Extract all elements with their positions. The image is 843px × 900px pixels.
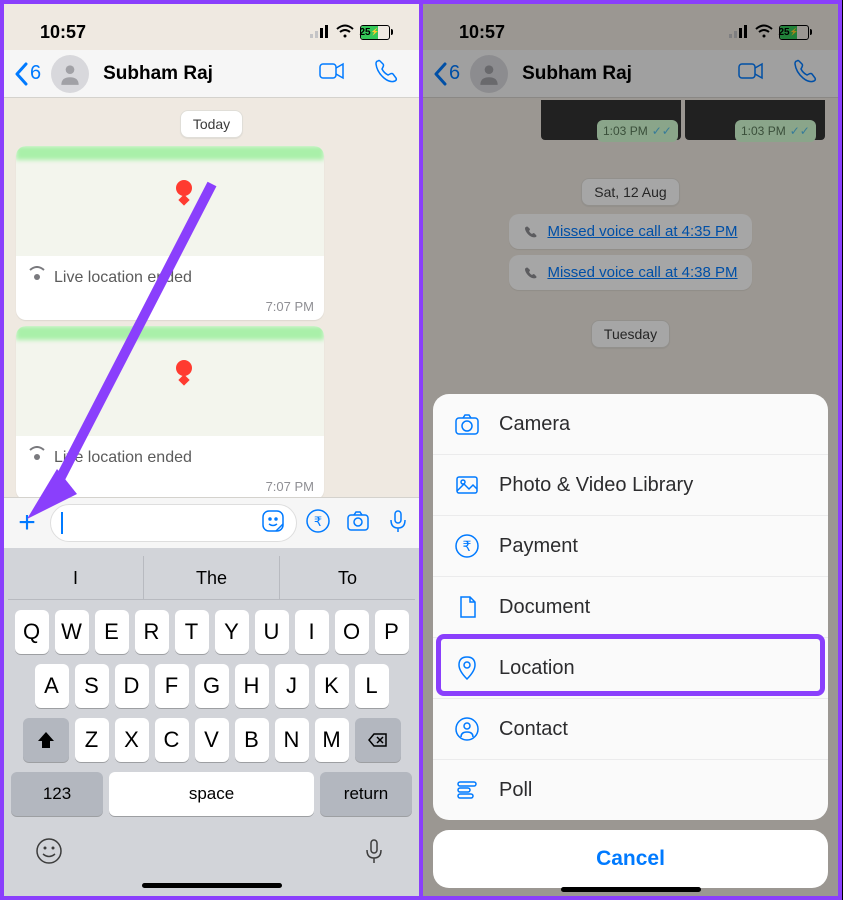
keyboard[interactable]: I The To QWERTYUIOP ASDFGHJKL ZXCVBNM 12… [4,548,419,896]
avatar[interactable] [51,55,89,93]
sheet-item-poll[interactable]: Poll [433,760,828,820]
sheet-cancel-button[interactable]: Cancel [433,830,828,888]
location-text: Live location ended [54,449,192,467]
status-time: 10:57 [40,22,86,43]
key-b[interactable]: B [235,718,269,762]
attachment-action-sheet: Camera Photo & Video Library ₹ Payment D… [433,394,828,888]
numbers-key[interactable]: 123 [11,772,103,816]
key-h[interactable]: H [235,664,269,708]
key-w[interactable]: W [55,610,89,654]
key-f[interactable]: F [155,664,189,708]
key-y[interactable]: Y [215,610,249,654]
payment-button[interactable]: ₹ [305,508,331,539]
attach-button[interactable]: + [12,506,42,540]
contact-name[interactable]: Subham Raj [103,63,213,85]
key-l[interactable]: L [355,664,389,708]
backspace-key[interactable] [355,718,401,762]
camera-button[interactable] [345,508,371,539]
message-input-bar: + ₹ [4,497,419,548]
voice-call-button[interactable] [371,56,401,91]
key-u[interactable]: U [255,610,289,654]
sheet-item-document[interactable]: Document [433,577,828,638]
key-c[interactable]: C [155,718,189,762]
back-button[interactable]: 6 [14,62,41,86]
key-a[interactable]: A [35,664,69,708]
sheet-item-location[interactable]: Location [433,638,828,699]
key-n[interactable]: N [275,718,309,762]
key-d[interactable]: D [115,664,149,708]
home-indicator[interactable] [561,887,701,892]
key-g[interactable]: G [195,664,229,708]
key-s[interactable]: S [75,664,109,708]
svg-text:₹: ₹ [314,514,322,529]
map-preview [16,326,324,436]
chat-area[interactable]: Today Live location ended 7:07 PM Live l… [4,98,419,497]
key-e[interactable]: E [95,610,129,654]
chat-header: 6 Subham Raj [4,50,419,98]
date-separator: Today [180,110,243,138]
message-input[interactable] [50,504,297,542]
predictive-text[interactable]: To [280,556,415,599]
location-message[interactable]: Live location ended 7:07 PM [16,146,324,320]
location-message[interactable]: Live location ended 7:07 PM [16,326,324,497]
key-q[interactable]: Q [15,610,49,654]
key-v[interactable]: V [195,718,229,762]
predictive-text[interactable]: The [144,556,280,599]
battery-icon: 25⚡ [360,25,393,40]
shift-key[interactable] [23,718,69,762]
back-count: 6 [30,62,41,85]
key-z[interactable]: Z [75,718,109,762]
sheet-item-camera[interactable]: Camera [433,394,828,455]
location-text: Live location ended [54,269,192,287]
sticker-button[interactable] [260,508,286,539]
map-preview [16,146,324,256]
key-o[interactable]: O [335,610,369,654]
mic-button[interactable] [385,508,411,539]
sheet-item-payment[interactable]: ₹ Payment [433,516,828,577]
sheet-item-contact[interactable]: Contact [433,699,828,760]
key-j[interactable]: J [275,664,309,708]
sheet-item-library[interactable]: Photo & Video Library [433,455,828,516]
cellular-icon [310,22,330,43]
key-t[interactable]: T [175,610,209,654]
key-m[interactable]: M [315,718,349,762]
space-key[interactable]: space [109,772,314,816]
dictation-button[interactable] [359,836,389,871]
video-call-button[interactable] [317,56,347,91]
wifi-icon [335,22,355,43]
predictive-text[interactable]: I [8,556,144,599]
home-indicator[interactable] [142,883,282,888]
message-time: 7:07 PM [16,479,324,497]
key-p[interactable]: P [375,610,409,654]
svg-text:₹: ₹ [463,538,472,554]
live-location-icon [28,266,46,289]
key-x[interactable]: X [115,718,149,762]
message-time: 7:07 PM [16,299,324,320]
emoji-button[interactable] [34,836,64,871]
key-k[interactable]: K [315,664,349,708]
status-bar: 10:57 25⚡ [4,4,419,50]
return-key[interactable]: return [320,772,412,816]
key-r[interactable]: R [135,610,169,654]
live-location-icon [28,446,46,469]
key-i[interactable]: I [295,610,329,654]
